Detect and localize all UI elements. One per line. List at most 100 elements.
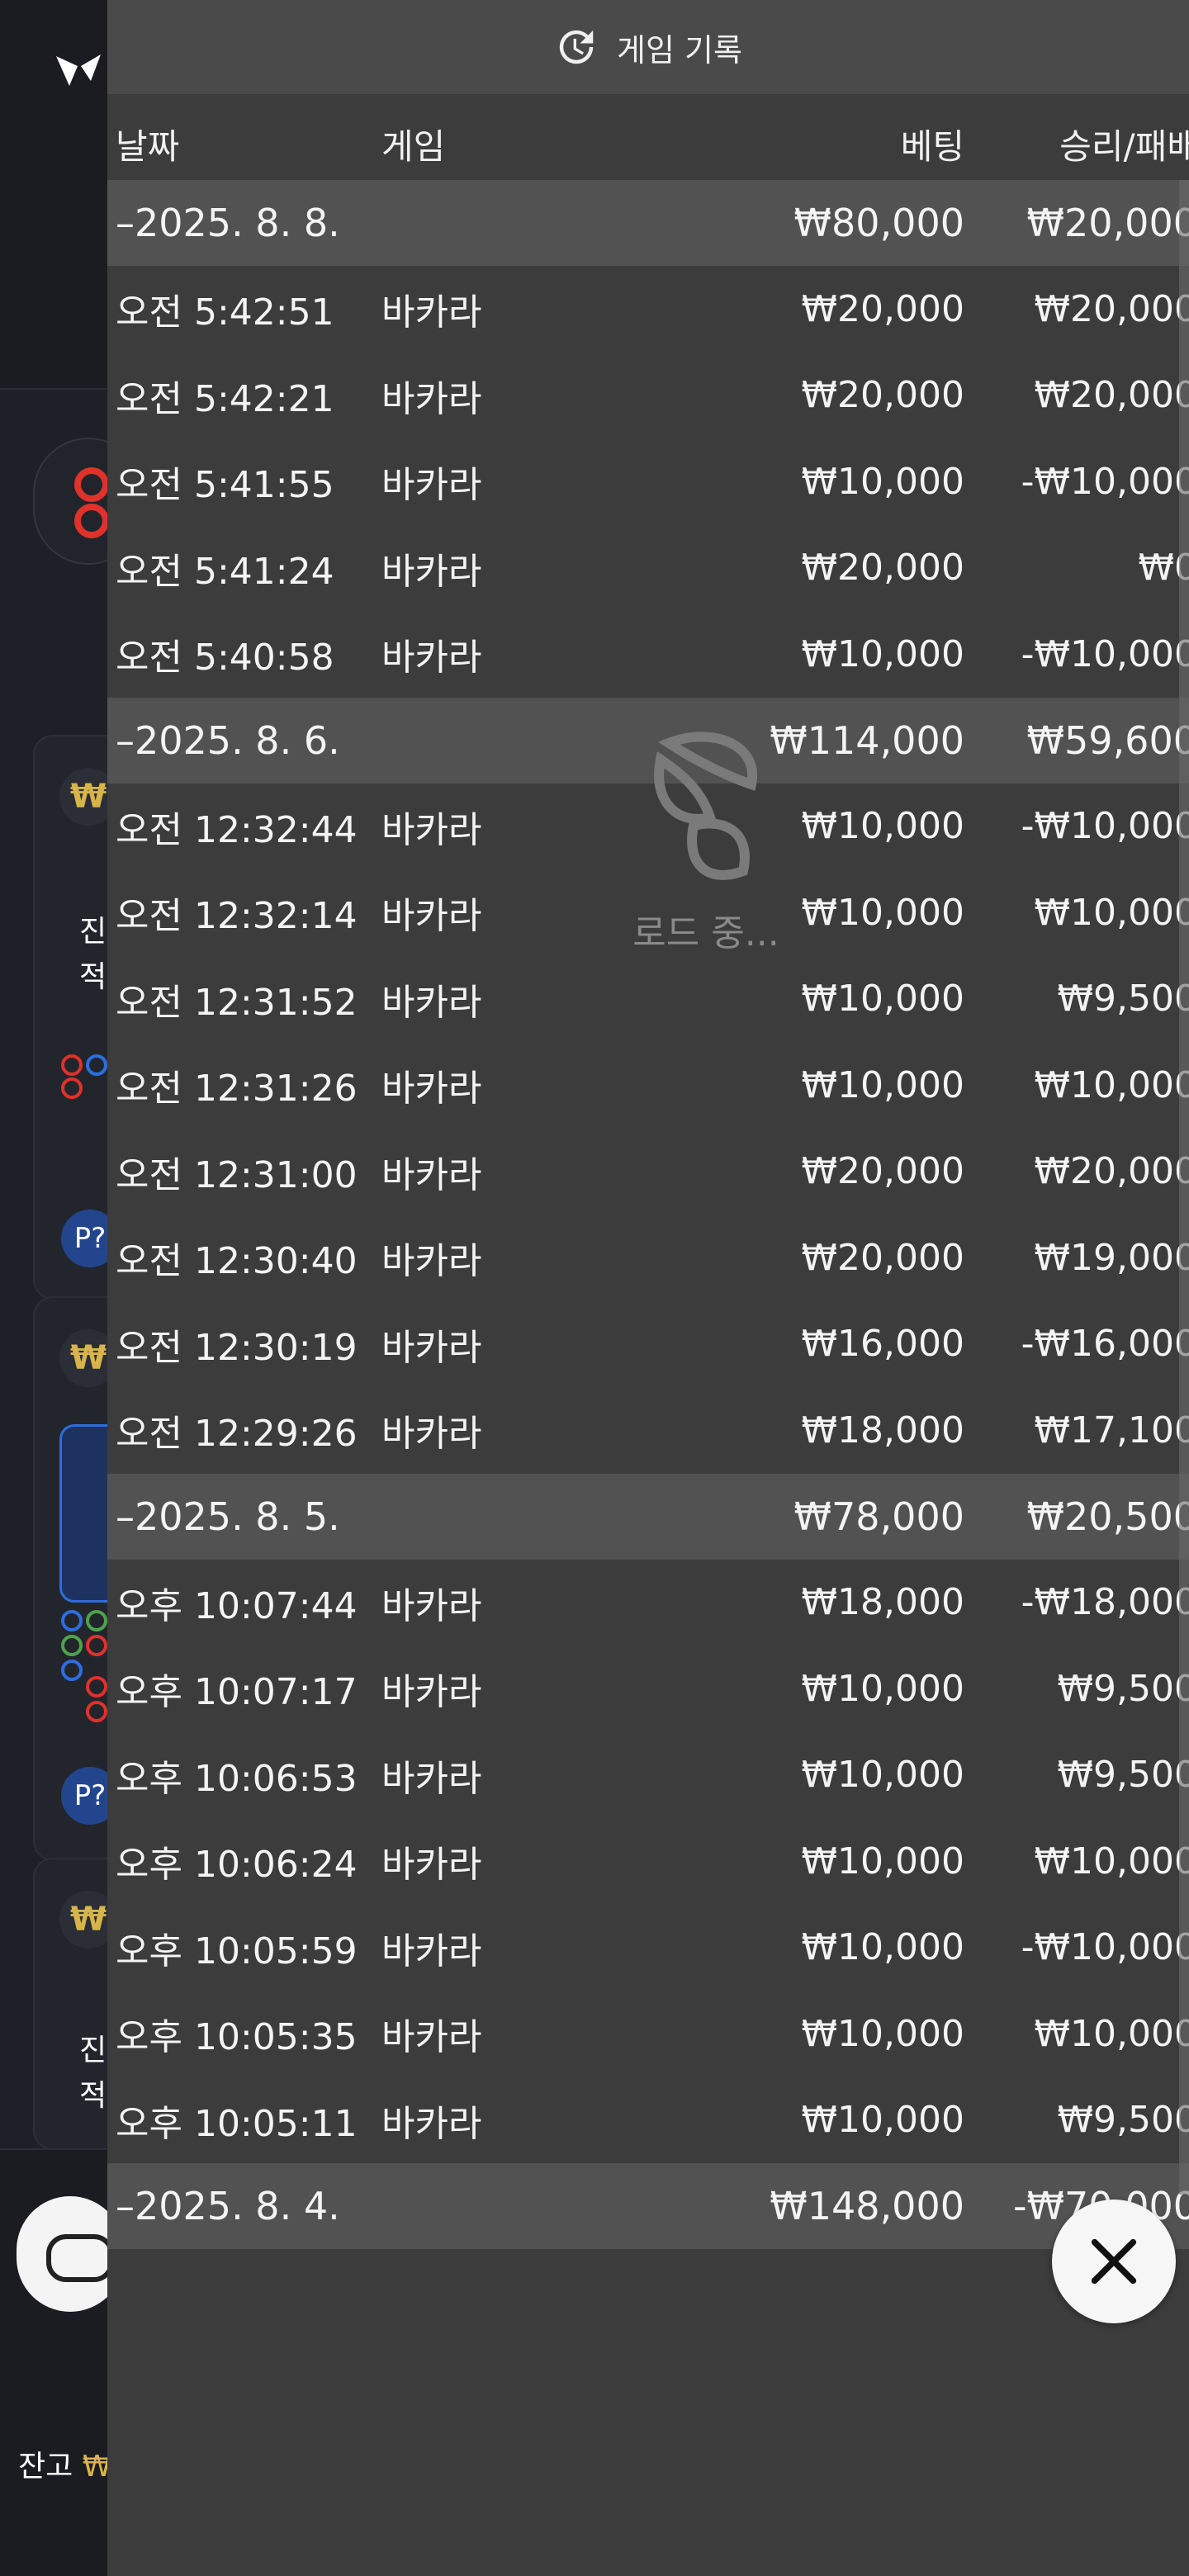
date-group-row[interactable]: –2025. 8. 4.₩148,000-₩70,000 xyxy=(107,2163,1189,2249)
row-bet: ₩10,000 xyxy=(801,1754,964,1797)
row-win-loss: ₩10,000 xyxy=(1034,891,1189,934)
history-row[interactable]: 오전 12:30:19 바카라 ₩16,000 -₩16,000 xyxy=(107,1301,1189,1388)
game-history-panel: 게임 기록 날짜 게임 베팅 승리/패배 –2025. 8. 8. ₩80,000… xyxy=(107,0,1189,2576)
history-row[interactable]: 오후 10:05:59 바카라 ₩10,000 -₩10,000 xyxy=(107,1905,1189,1991)
card-text: 적 xyxy=(79,960,107,994)
row-game: 바카라 xyxy=(381,1584,482,1627)
history-row[interactable]: 오후 10:06:53 바카라 ₩10,000 ₩9,500 xyxy=(107,1732,1189,1819)
row-bet: ₩10,000 xyxy=(801,1840,964,1882)
card-text: 적 xyxy=(79,2079,107,2113)
history-row[interactable]: 오전 12:30:40 바카라 ₩20,000 ₩19,000 xyxy=(107,1215,1189,1301)
row-time: 오전 12:29:26 xyxy=(116,1413,358,1456)
row-game: 바카라 xyxy=(381,2016,482,2059)
row-bet: ₩10,000 xyxy=(801,2012,964,2055)
history-row[interactable]: 오전 12:31:00 바카라 ₩20,000 ₩20,000 xyxy=(107,1129,1189,1215)
group-bet-total: ₩148,000 xyxy=(770,2184,964,2228)
row-time: 오전 5:41:24 xyxy=(116,550,334,593)
history-row[interactable]: 오후 10:06:24 바카라 ₩10,000 ₩10,000 xyxy=(107,1818,1189,1905)
row-win-loss: ₩9,500 xyxy=(1057,978,1189,1020)
row-time: 오전 12:31:26 xyxy=(116,1068,358,1110)
date-group-row[interactable]: –2025. 8. 8. ₩80,000 ₩20,000 xyxy=(107,180,1189,266)
row-win-loss: ₩10,000 xyxy=(1034,2012,1189,2055)
row-game: 바카라 xyxy=(381,291,482,334)
close-button[interactable] xyxy=(1052,2200,1176,2323)
row-bet: ₩10,000 xyxy=(801,632,964,675)
column-header-bet: 베팅 xyxy=(900,126,964,167)
history-row[interactable]: 오후 10:05:11 바카라 ₩10,000 ₩9,500 xyxy=(107,2077,1189,2164)
date-group-row[interactable]: –2025. 8. 5. ₩78,000 ₩20,500 xyxy=(107,1473,1189,1560)
history-row[interactable]: 오전 5:41:24바카라₩20,000₩0 xyxy=(107,525,1189,612)
row-time: 오전 5:42:21 xyxy=(116,377,334,420)
row-win-loss: ₩10,000 xyxy=(1034,1063,1189,1106)
row-bet: ₩18,000 xyxy=(801,1581,964,1624)
row-game: 바카라 xyxy=(381,1844,482,1887)
row-time: 오전 5:40:58 xyxy=(116,637,334,680)
row-game: 바카라 xyxy=(381,895,482,938)
road-dot xyxy=(61,1054,83,1076)
group-date: –2025. 8. 6. xyxy=(116,717,340,763)
group-win-loss-total: ₩59,600 xyxy=(1026,717,1189,763)
row-game: 바카라 xyxy=(381,1240,482,1283)
row-bet: ₩10,000 xyxy=(801,1926,964,1969)
history-row[interactable]: 오후 10:05:35 바카라 ₩10,000 ₩10,000 xyxy=(107,1991,1189,2077)
row-win-loss: -₩10,000 xyxy=(1021,460,1189,503)
brand-logo-icon xyxy=(56,54,101,86)
history-row[interactable]: 오전 5:41:55 바카라 ₩10,000 -₩10,000 xyxy=(107,438,1189,525)
road-dot xyxy=(86,1635,107,1656)
row-win-loss: -₩10,000 xyxy=(1021,1926,1189,1969)
row-bet: ₩10,000 xyxy=(801,978,964,1020)
scrollbar[interactable] xyxy=(1179,180,1189,2195)
history-row[interactable]: 오전 12:29:26 바카라 ₩18,000 ₩17,100 xyxy=(107,1387,1189,1474)
column-header-row: 날짜 게임 베팅 승리/패배 xyxy=(107,94,1189,180)
history-row[interactable]: 오전 5:42:51 바카라 ₩20,000 ₩20,000 xyxy=(107,266,1189,353)
column-header-win-loss: 승리/패배 xyxy=(1059,126,1189,167)
road-dot xyxy=(86,1054,107,1076)
row-win-loss: ₩20,000 xyxy=(1034,1150,1189,1193)
row-bet: ₩18,000 xyxy=(801,1409,964,1451)
row-game: 바카라 xyxy=(381,1068,482,1110)
red-ring-icon xyxy=(74,504,109,538)
group-win-loss-total: ₩20,000 xyxy=(1026,201,1189,245)
brand-leaf-logo-icon xyxy=(654,732,758,880)
row-time: 오후 10:07:17 xyxy=(116,1671,358,1714)
row-win-loss: -₩16,000 xyxy=(1021,1323,1189,1366)
close-icon xyxy=(1091,2238,1137,2285)
row-time: 오전 12:30:40 xyxy=(116,1240,358,1283)
history-row[interactable]: 오전 5:40:58 바카라 ₩10,000 -₩10,000 xyxy=(107,611,1189,698)
row-bet: ₩20,000 xyxy=(801,287,964,330)
row-time: 오전 12:32:44 xyxy=(116,808,358,851)
row-time: 오전 5:41:55 xyxy=(116,464,334,507)
card-text: 진 xyxy=(79,2034,107,2067)
row-win-loss: ₩10,000 xyxy=(1034,1840,1189,1882)
row-win-loss: -₩18,000 xyxy=(1021,1581,1189,1624)
row-game: 바카라 xyxy=(381,1413,482,1456)
history-row[interactable]: 오전 12:31:52 바카라 ₩10,000 ₩9,500 xyxy=(107,956,1189,1043)
red-ring-icon xyxy=(74,467,109,502)
row-bet: ₩10,000 xyxy=(801,1667,964,1710)
history-row[interactable]: 오전 5:42:21 바카라 ₩20,000 ₩20,000 xyxy=(107,353,1189,439)
row-bet: ₩20,000 xyxy=(801,374,964,417)
card-text: 진 xyxy=(79,915,107,949)
group-win-loss-total: ₩20,500 xyxy=(1026,1494,1189,1539)
row-win-loss: -₩10,000 xyxy=(1021,632,1189,675)
row-win-loss: ₩9,500 xyxy=(1057,2099,1189,2142)
history-row[interactable]: 오전 12:31:26 바카라 ₩10,000 ₩10,000 xyxy=(107,1042,1189,1129)
row-game: 바카라 xyxy=(381,1153,482,1196)
column-header-game: 게임 xyxy=(381,126,446,167)
road-dot xyxy=(86,1676,107,1698)
row-win-loss: ₩17,100 xyxy=(1034,1409,1189,1451)
history-row[interactable]: 오후 10:07:17 바카라 ₩10,000 ₩9,500 xyxy=(107,1646,1189,1732)
row-time: 오전 12:30:19 xyxy=(116,1326,358,1369)
group-bet-total: ₩80,000 xyxy=(793,201,964,245)
road-dot xyxy=(86,1610,107,1631)
group-date: –2025. 8. 8. xyxy=(116,201,340,245)
history-row[interactable]: 오후 10:07:44 바카라 ₩18,000 -₩18,000 xyxy=(107,1560,1189,1646)
row-win-loss: ₩19,000 xyxy=(1034,1236,1189,1279)
loading-text: 로드 중... xyxy=(632,912,779,954)
row-game: 바카라 xyxy=(381,808,482,851)
row-time: 오후 10:05:11 xyxy=(116,2102,358,2145)
row-time: 오전 12:31:00 xyxy=(116,1153,358,1196)
row-game: 바카라 xyxy=(381,1671,482,1714)
group-date: –2025. 8. 4. xyxy=(116,2184,340,2228)
row-bet: ₩20,000 xyxy=(801,1150,964,1193)
